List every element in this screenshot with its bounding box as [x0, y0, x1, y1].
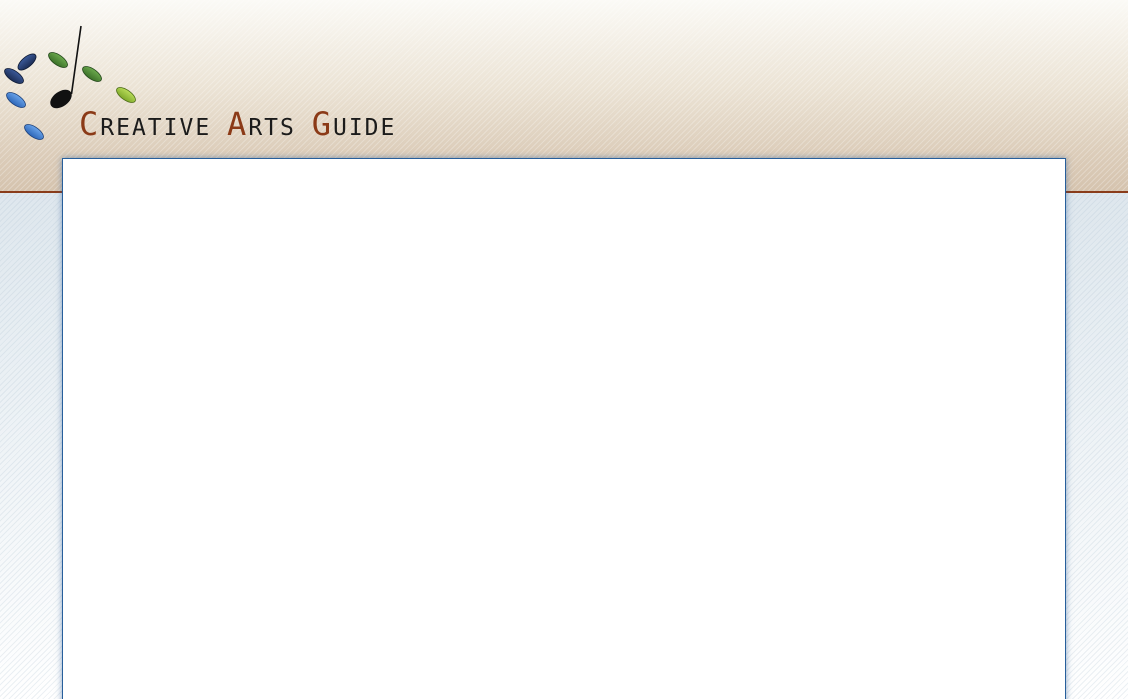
site-title: CREATIVE ARTS GUIDE: [79, 108, 396, 140]
wordmark-rest-1: REATIVE: [100, 115, 228, 141]
music-note-icon: [50, 25, 82, 109]
wordmark-rest-2: RTS: [248, 115, 312, 141]
main-content-panel: [62, 158, 1066, 699]
wordmark-rest-3: UIDE: [332, 115, 397, 141]
site-logo-link[interactable]: CREATIVE ARTS GUIDE: [0, 22, 420, 147]
wordmark-initial-a: A: [227, 105, 249, 143]
wordmark-initial-g: G: [311, 105, 333, 143]
wordmark-initial-c: C: [79, 105, 101, 143]
